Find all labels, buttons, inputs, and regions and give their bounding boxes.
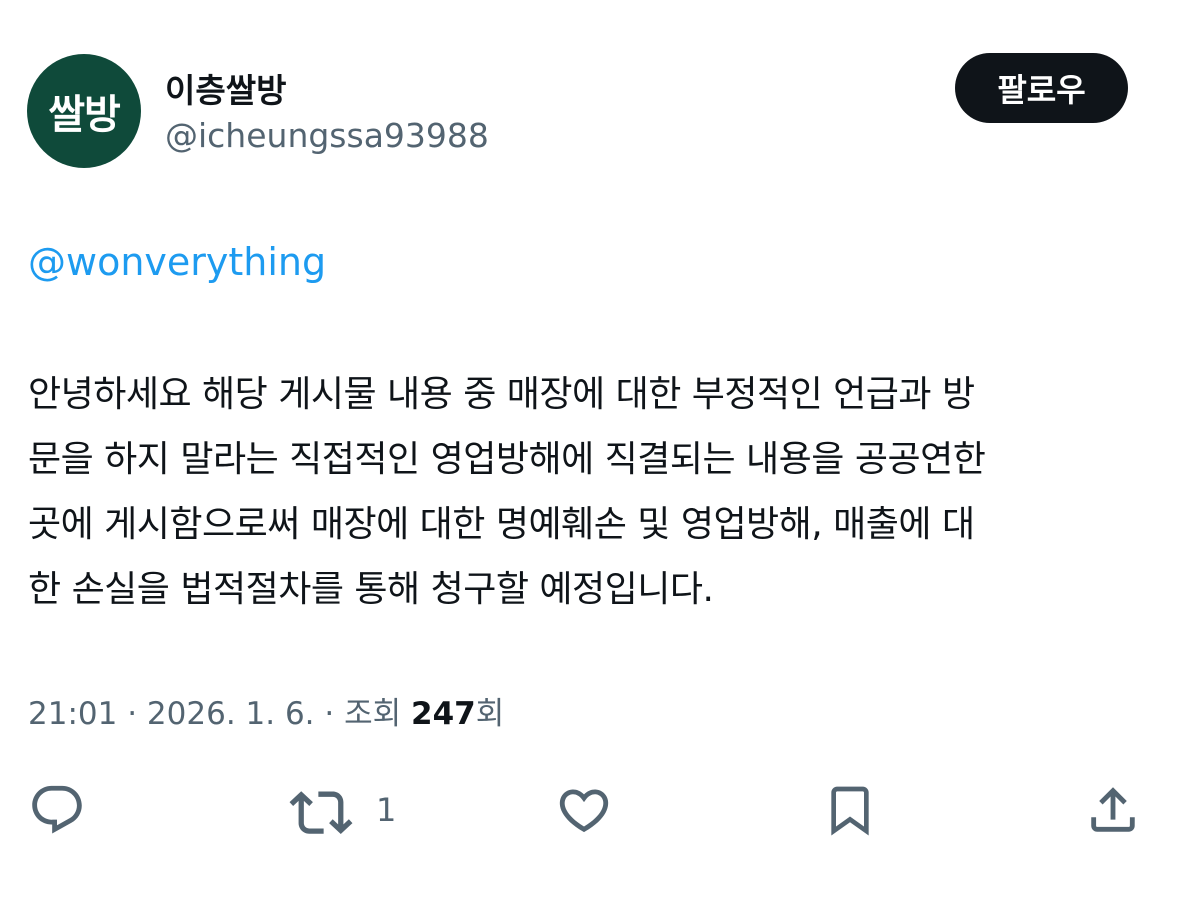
tweet-date[interactable]: 2026. 1. 6. bbox=[147, 696, 315, 732]
share-button[interactable] bbox=[1084, 780, 1142, 840]
reply-button[interactable] bbox=[28, 780, 86, 840]
like-icon bbox=[559, 789, 609, 833]
meta-separator: · bbox=[127, 696, 147, 732]
mention-link[interactable]: @wonverything bbox=[28, 240, 326, 284]
tweet-time[interactable]: 21:01 bbox=[28, 696, 117, 732]
views-count: 247 bbox=[411, 696, 476, 732]
bookmark-button[interactable] bbox=[822, 780, 878, 840]
tweet-text-line: 문을 하지 말라는 직접적인 영업방해에 직결되는 내용을 공공연한 bbox=[28, 439, 986, 480]
views-suffix: 회 bbox=[475, 696, 505, 732]
bookmark-icon bbox=[831, 786, 869, 836]
tweet-text-line: 안녕하세요 해당 게시물 내용 중 매장에 대한 부정적인 언급과 방 bbox=[28, 374, 975, 415]
follow-button[interactable]: 팔로우 bbox=[955, 53, 1128, 123]
avatar[interactable]: 쌀방 bbox=[27, 54, 141, 168]
meta-separator: · bbox=[324, 696, 345, 732]
tweet-card: 쌀방 이층쌀방 @icheungssa93988 팔로우 @wonverythi… bbox=[0, 0, 1179, 898]
author-handle[interactable]: @icheungssa93988 bbox=[165, 116, 489, 155]
retweet-icon bbox=[289, 791, 353, 835]
tweet-text: 안녕하세요 해당 게시물 내용 중 매장에 대한 부정적인 언급과 방 문을 하… bbox=[28, 362, 1158, 622]
like-button[interactable] bbox=[554, 780, 614, 840]
tweet-meta: 21:01 · 2026. 1. 6. · 조회 247회 bbox=[28, 688, 504, 733]
retweet-button[interactable]: 1 bbox=[288, 780, 396, 840]
tweet-text-line: 한 손실을 법적절차를 통해 청구할 예정입니다. bbox=[28, 569, 714, 610]
share-icon bbox=[1091, 787, 1135, 832]
reply-icon bbox=[32, 785, 82, 834]
tweet-text-line: 곳에 게시함으로써 매장에 대한 명예훼손 및 영업방해, 매출에 대 bbox=[28, 504, 975, 545]
views-label: 조회 bbox=[344, 696, 402, 732]
avatar-text: 쌀방 bbox=[48, 92, 121, 138]
author-display-name[interactable]: 이층쌀방 bbox=[165, 64, 286, 112]
retweet-count: 1 bbox=[376, 791, 397, 829]
